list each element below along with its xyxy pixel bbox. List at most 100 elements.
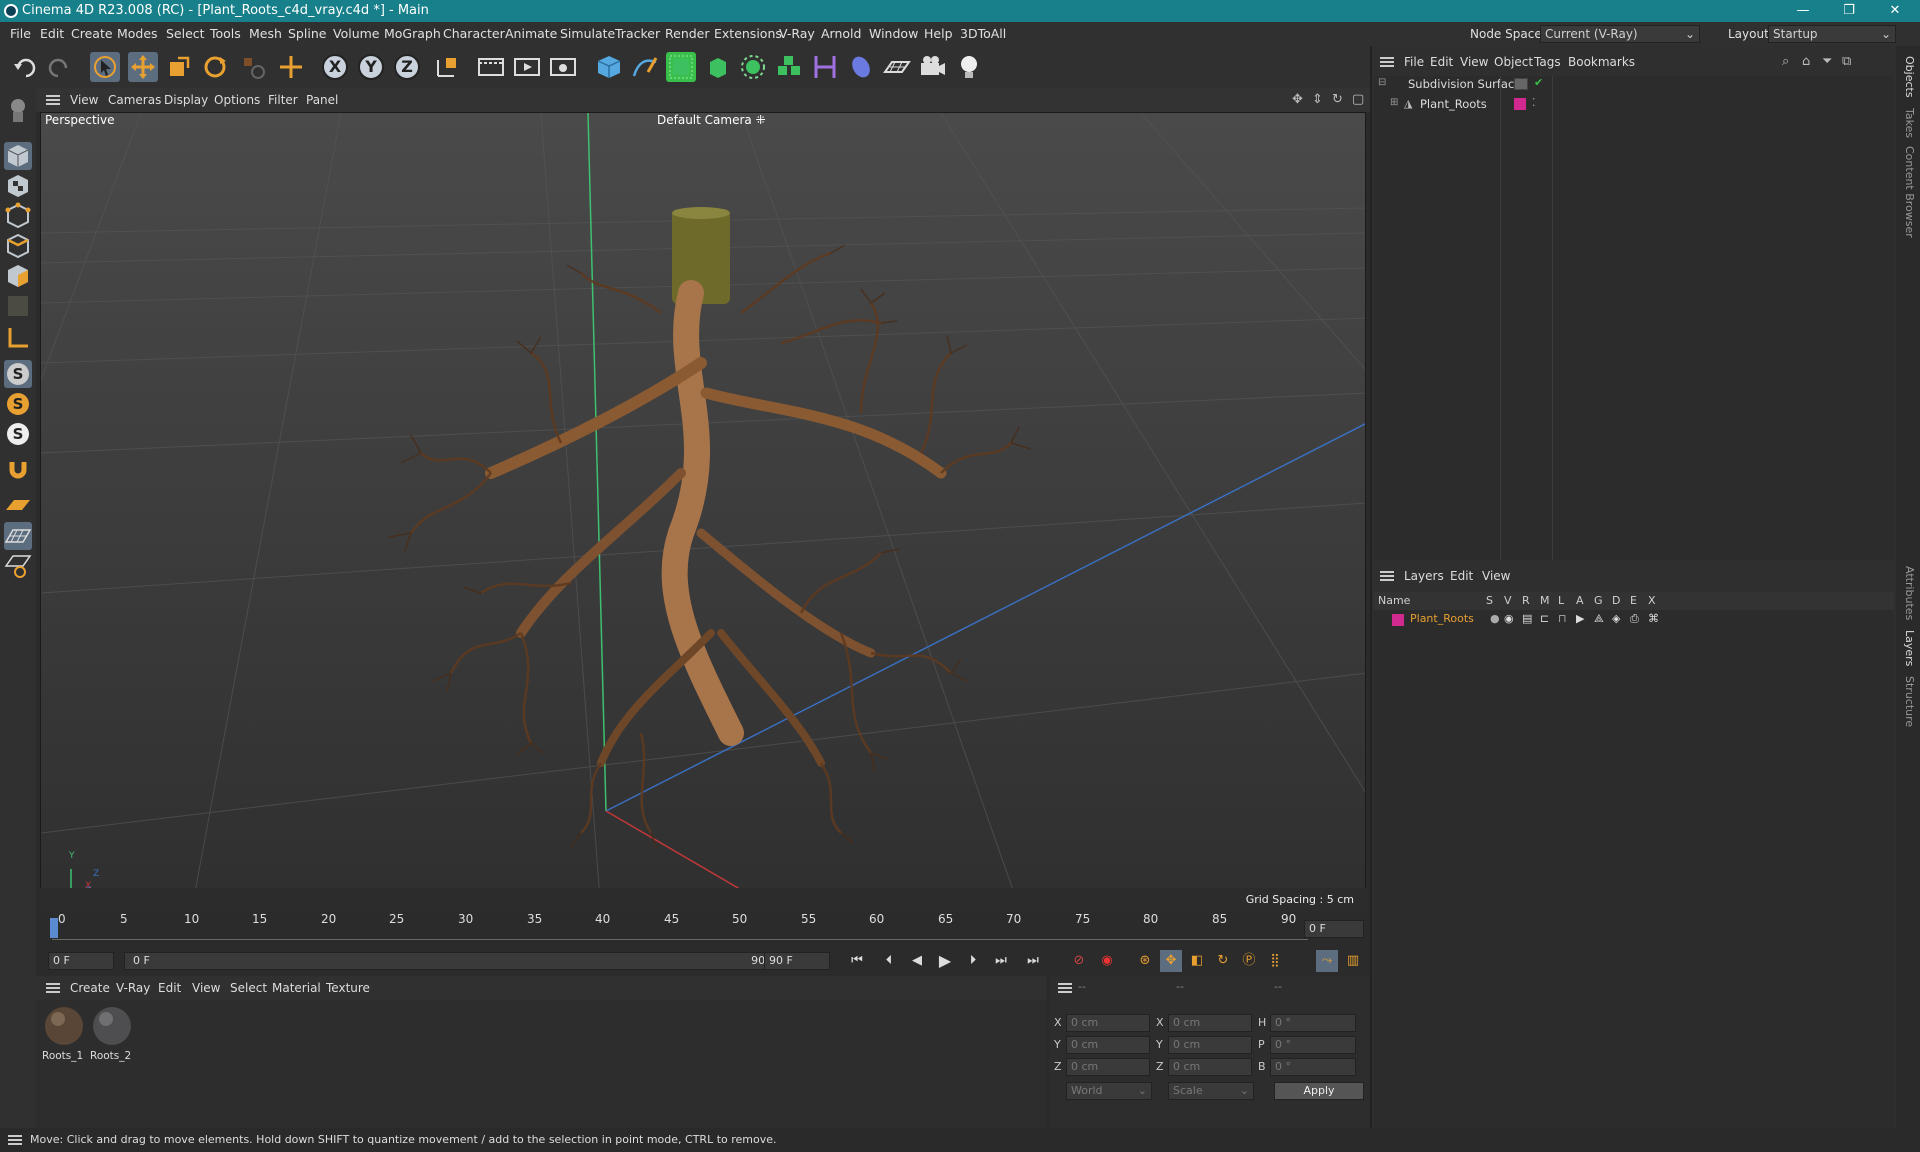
snap-icon[interactable]: S: [4, 360, 32, 388]
material-menu-vray[interactable]: V-Ray: [116, 976, 150, 1000]
undo-icon[interactable]: [10, 52, 40, 82]
timeline-ruler[interactable]: 0 5 10 15 20 25 30 35 40 45 50 55 60 65 …: [40, 912, 1370, 946]
search-icon[interactable]: ⌕: [1782, 50, 1789, 74]
menu-spline[interactable]: Spline: [288, 22, 326, 46]
tab-content-browser[interactable]: Content Browser: [1903, 146, 1916, 238]
start-frame-field[interactable]: 0 F: [48, 952, 114, 970]
mograph-cloner-icon[interactable]: [738, 52, 768, 82]
model-mode-icon[interactable]: [4, 96, 32, 124]
points-mode-icon[interactable]: [4, 202, 32, 230]
tab-attributes[interactable]: Attributes: [1903, 566, 1916, 620]
xrefs-toggle-icon[interactable]: ⌘: [1648, 612, 1659, 625]
objects-menu-tags[interactable]: Tags: [1534, 50, 1561, 74]
menu-render[interactable]: Render: [665, 22, 710, 46]
viewport-zoom-icon[interactable]: ⇕: [1312, 88, 1323, 112]
material-menu-select[interactable]: Select: [230, 976, 267, 1000]
layer-color-swatch[interactable]: [1514, 98, 1526, 110]
layout-select[interactable]: Startup ⌄: [1768, 25, 1896, 43]
menu-simulate[interactable]: Simulate: [560, 22, 615, 46]
tab-objects[interactable]: Objects: [1903, 56, 1916, 98]
render-to-picture-viewer-icon[interactable]: [512, 52, 542, 82]
end-frame-field[interactable]: 90 F: [764, 952, 830, 970]
scale-tool-icon[interactable]: [164, 52, 194, 82]
menu-modes[interactable]: Modes: [117, 22, 158, 46]
render-view-icon[interactable]: [476, 52, 506, 82]
material-menu-create[interactable]: Create: [70, 976, 110, 1000]
magnet-icon[interactable]: [4, 456, 32, 484]
locked-workplane-icon[interactable]: [4, 552, 32, 580]
play-icon[interactable]: ▶: [934, 950, 956, 972]
expressions-toggle-icon[interactable]: ⎙: [1630, 612, 1639, 626]
redo-icon[interactable]: [44, 52, 74, 82]
tab-takes[interactable]: Takes: [1903, 108, 1916, 138]
grid-plane-icon[interactable]: [4, 522, 32, 550]
menu-help[interactable]: Help: [924, 22, 953, 46]
render-settings-icon[interactable]: [548, 52, 578, 82]
layers-menu-view[interactable]: View: [1482, 564, 1510, 588]
key-pla-icon[interactable]: ⣿: [1264, 950, 1286, 972]
material-menu-view[interactable]: View: [192, 976, 220, 1000]
viewport-move-icon[interactable]: ✥: [1292, 88, 1303, 112]
menu-create[interactable]: Create: [71, 22, 113, 46]
subdivision-surface-icon[interactable]: [666, 52, 696, 82]
solo-hierarchy-icon[interactable]: S: [4, 420, 32, 448]
world-select[interactable]: World ⌄: [1066, 1082, 1152, 1100]
previous-key-icon[interactable]: ⏴: [878, 950, 900, 972]
menu-3dtoall[interactable]: 3DToAll: [960, 22, 1006, 46]
objects-menu-edit[interactable]: Edit: [1430, 50, 1453, 74]
menu-extensions[interactable]: Extensions: [714, 22, 782, 46]
home-icon[interactable]: ⌂: [1802, 50, 1810, 74]
material-swatch[interactable]: Roots_2: [90, 1004, 134, 1064]
objects-menu-object[interactable]: Object: [1494, 50, 1533, 74]
menu-mesh[interactable]: Mesh: [249, 22, 282, 46]
deformers-toggle-icon[interactable]: ◈: [1612, 612, 1620, 625]
menu-select[interactable]: Select: [166, 22, 205, 46]
menu-animate[interactable]: Animate: [505, 22, 557, 46]
viewport-rotate-icon[interactable]: ↻: [1332, 88, 1343, 112]
layer-color-swatch[interactable]: [1392, 614, 1404, 626]
solo-icon[interactable]: S: [4, 390, 32, 418]
go-to-start-icon[interactable]: ⏮: [846, 950, 868, 972]
viewport-menu-icon[interactable]: [46, 95, 60, 105]
manager-toggle-icon[interactable]: ⊏: [1540, 612, 1549, 625]
previous-frame-icon[interactable]: ◀: [906, 950, 928, 972]
scale-select[interactable]: Scale ⌄: [1168, 1082, 1254, 1100]
checkmark-icon[interactable]: ✔: [1534, 76, 1543, 89]
menu-volume[interactable]: Volume: [333, 22, 380, 46]
solo-toggle-icon[interactable]: ●: [1490, 612, 1500, 625]
cloner-cubes-icon[interactable]: [774, 52, 804, 82]
position-y-field[interactable]: 0 cm: [1066, 1036, 1150, 1054]
generators-toggle-icon[interactable]: ⟁: [1594, 612, 1604, 626]
rotation-p-field[interactable]: 0 °: [1270, 1036, 1356, 1054]
x-axis-lock-button[interactable]: X: [322, 54, 348, 80]
menu-window[interactable]: Window: [869, 22, 918, 46]
texture-mode-icon[interactable]: [4, 172, 32, 200]
viewport-menu-filter[interactable]: Filter: [268, 88, 298, 112]
render-toggle-icon[interactable]: ▤: [1522, 612, 1532, 625]
extrude-icon[interactable]: [702, 52, 732, 82]
workplane-icon[interactable]: [4, 492, 32, 520]
menu-character[interactable]: Character: [443, 22, 505, 46]
status-menu-icon[interactable]: [8, 1135, 22, 1145]
view-toggle-icon[interactable]: ◉: [1504, 612, 1514, 625]
objects-menu-view[interactable]: View: [1460, 50, 1488, 74]
axis-mode-icon[interactable]: [4, 324, 32, 352]
viewport-menu-cameras[interactable]: Cameras: [108, 88, 161, 112]
visibility-toggle[interactable]: [1514, 78, 1528, 90]
key-scale-icon[interactable]: ◧: [1186, 950, 1208, 972]
viewport-menu-view[interactable]: View: [70, 88, 98, 112]
polygons-mode-icon[interactable]: [4, 262, 32, 290]
material-menu-edit[interactable]: Edit: [158, 976, 181, 1000]
record-keys-icon[interactable]: ⊘: [1068, 950, 1090, 972]
move-tool-icon[interactable]: [128, 52, 158, 82]
tree-row-plant-roots[interactable]: ⊞ ◮ Plant_Roots ⁚: [1374, 96, 1894, 114]
menu-file[interactable]: File: [10, 22, 31, 46]
tab-layers[interactable]: Layers: [1903, 630, 1916, 666]
layer-manager-menu-icon[interactable]: [1380, 571, 1394, 581]
new-window-icon[interactable]: ⧉: [1842, 50, 1851, 74]
collapse-icon[interactable]: ⊟: [1378, 77, 1386, 88]
tree-row-subdivision-surface[interactable]: ⊟ Subdivision Surface ✔: [1374, 76, 1894, 94]
rotate-tool-icon[interactable]: [200, 52, 230, 82]
rotation-b-field[interactable]: 0 °: [1270, 1058, 1356, 1076]
restore-button[interactable]: ❐: [1826, 0, 1872, 22]
